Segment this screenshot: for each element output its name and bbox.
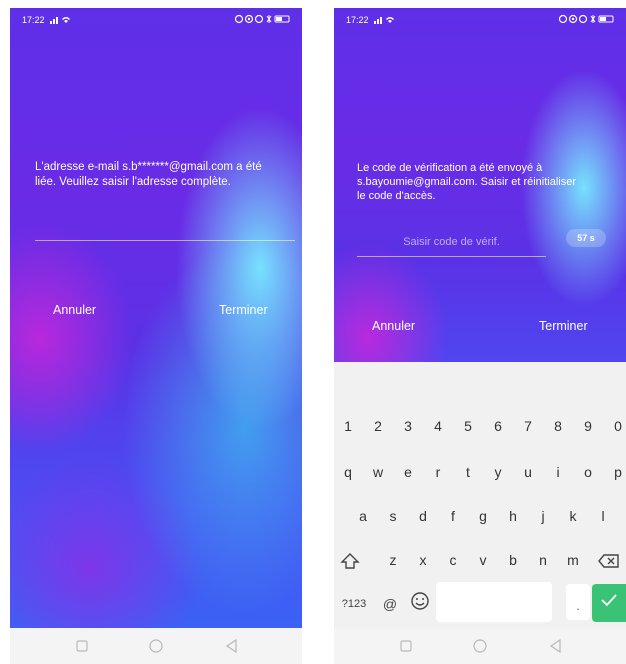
key[interactable]: u — [518, 464, 538, 480]
wallpaper — [10, 8, 302, 628]
resend-countdown-badge: 57 s — [566, 229, 606, 247]
phone-screen-left: 17:22 L'adresse e-mail s.b*******@gmail.… — [10, 8, 302, 664]
key[interactable]: f — [443, 508, 463, 524]
space-key[interactable] — [436, 582, 552, 622]
finish-button[interactable]: Terminer — [539, 319, 588, 333]
key[interactable]: 3 — [398, 418, 418, 434]
status-icons — [234, 14, 292, 26]
key[interactable]: 1 — [338, 418, 358, 434]
key[interactable]: v — [473, 552, 493, 568]
recent-apps-icon[interactable] — [62, 628, 102, 664]
key[interactable]: r — [428, 464, 448, 480]
cancel-button[interactable]: Annuler — [372, 319, 415, 333]
key[interactable]: m — [563, 552, 583, 568]
key[interactable]: o — [578, 464, 598, 480]
backspace-icon[interactable] — [596, 552, 622, 573]
key[interactable]: t — [458, 464, 478, 480]
finish-button[interactable]: Terminer — [219, 303, 268, 317]
emoji-icon[interactable] — [408, 590, 432, 615]
key[interactable]: k — [563, 508, 583, 524]
verification-sent-prompt: Le code de vérification a été envoyé à s… — [357, 162, 577, 202]
back-icon[interactable] — [536, 628, 576, 664]
key[interactable]: 2 — [368, 418, 388, 434]
key[interactable]: 7 — [518, 418, 538, 434]
key[interactable]: e — [398, 464, 418, 480]
key[interactable]: i — [548, 464, 568, 480]
status-icons — [558, 14, 616, 26]
shift-icon[interactable] — [338, 552, 362, 573]
key[interactable]: w — [368, 464, 388, 480]
key[interactable]: s — [383, 508, 403, 524]
key[interactable]: p — [608, 464, 626, 480]
status-bar: 17:22 — [10, 8, 302, 30]
home-icon[interactable] — [460, 628, 500, 664]
key[interactable]: z — [383, 552, 403, 568]
status-time: 17:22 — [22, 15, 45, 25]
recent-apps-icon[interactable] — [386, 628, 426, 664]
key[interactable]: x — [413, 552, 433, 568]
enter-check-icon[interactable] — [592, 584, 626, 622]
navigation-bar — [334, 628, 626, 664]
key[interactable]: 8 — [548, 418, 568, 434]
linked-email-prompt: L'adresse e-mail s.b*******@gmail.com a … — [35, 161, 262, 188]
key[interactable]: a — [353, 508, 373, 524]
key[interactable]: l — [593, 508, 613, 524]
status-time: 17:22 — [346, 15, 369, 25]
key[interactable]: d — [413, 508, 433, 524]
verification-code-input[interactable] — [357, 228, 546, 257]
status-bar: 17:22 — [334, 8, 626, 30]
signal-icon — [374, 15, 396, 26]
key[interactable]: 0 — [608, 418, 626, 434]
cancel-button[interactable]: Annuler — [53, 303, 96, 317]
home-icon[interactable] — [136, 628, 176, 664]
phone-screen-right: 17:22 Le code de vérification a été envo… — [334, 8, 626, 664]
period-key[interactable]: . — [566, 584, 590, 620]
key[interactable]: 6 — [488, 418, 508, 434]
signal-icon — [50, 15, 72, 26]
key[interactable]: 9 — [578, 418, 598, 434]
key[interactable]: b — [503, 552, 523, 568]
key[interactable]: j — [533, 508, 553, 524]
at-key[interactable]: @ — [380, 596, 400, 612]
key[interactable]: n — [533, 552, 553, 568]
email-field[interactable] — [35, 218, 295, 241]
key[interactable]: 5 — [458, 418, 478, 434]
navigation-bar — [10, 628, 302, 664]
back-icon[interactable] — [212, 628, 252, 664]
key[interactable]: 4 — [428, 418, 448, 434]
key[interactable]: g — [473, 508, 493, 524]
on-screen-keyboard: 1 2 3 4 5 6 7 8 9 0 q w e r t y u i o p … — [334, 362, 626, 628]
key[interactable]: c — [443, 552, 463, 568]
symbols-key[interactable]: ?123 — [336, 598, 372, 610]
key[interactable]: q — [338, 464, 358, 480]
key[interactable]: y — [488, 464, 508, 480]
key[interactable]: h — [503, 508, 523, 524]
